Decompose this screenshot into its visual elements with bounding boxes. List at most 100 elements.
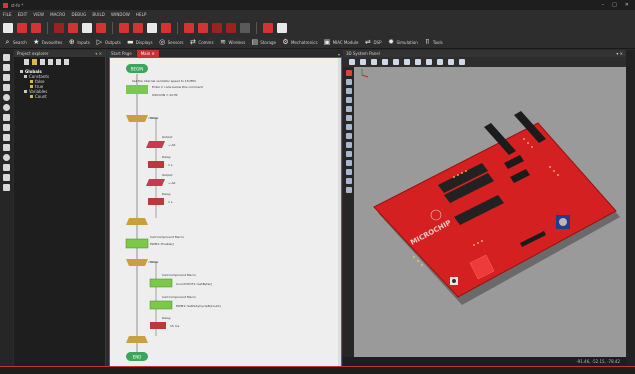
tab-main[interactable]: Main ✕ [136, 50, 159, 57]
output1-block[interactable] [146, 141, 165, 148]
cone-icon[interactable] [345, 124, 352, 130]
redo-icon[interactable] [133, 22, 143, 33]
menu-build[interactable]: BUILD [92, 12, 105, 17]
pyramid-icon[interactable] [345, 133, 352, 139]
globals-view-icon[interactable] [32, 59, 37, 65]
select-icon[interactable] [360, 59, 366, 65]
tree-item-count[interactable]: Count [20, 94, 105, 99]
open-folder-icon[interactable] [17, 22, 27, 33]
potentiometer-knob[interactable] [559, 218, 567, 226]
components-view-icon[interactable] [48, 59, 53, 65]
pcb-board[interactable] [373, 122, 617, 298]
maximize-button[interactable]: □ [612, 2, 617, 8]
search-category[interactable]: ⌕ Search [4, 39, 27, 46]
sensors-category[interactable]: ◎ Sensors [159, 39, 183, 46]
flowchart-canvas[interactable]: BEGIN Set the internal oscillator speed … [109, 57, 342, 368]
delay-icon[interactable] [3, 74, 10, 81]
menu-edit[interactable]: EDIT [18, 12, 28, 17]
callcomp3-block[interactable] [149, 300, 173, 310]
box-icon[interactable] [345, 88, 352, 94]
menu-view[interactable]: VIEW [33, 12, 44, 17]
comms-category[interactable]: ⇄ Comms [189, 39, 214, 46]
chip-icon[interactable] [263, 22, 273, 33]
outputs-category[interactable]: ▷ Outputs [96, 39, 121, 46]
delete-icon[interactable] [96, 22, 106, 33]
new-file-icon[interactable] [3, 22, 13, 33]
favourites-category[interactable]: ★ Favourites [33, 39, 62, 46]
loop1-top[interactable] [126, 115, 148, 122]
globe-icon[interactable] [382, 59, 388, 65]
calculation-icon[interactable] [3, 134, 10, 141]
play-icon[interactable] [184, 22, 194, 33]
c-code-block[interactable] [126, 85, 148, 94]
tube-icon[interactable] [345, 151, 352, 157]
callcomp2-block[interactable] [149, 278, 173, 288]
canvas-scrollbar[interactable] [338, 58, 341, 367]
minimize-button[interactable]: – [602, 2, 605, 8]
menu-help[interactable]: HELP [136, 12, 147, 17]
torus-icon[interactable] [345, 169, 352, 175]
delay3-block[interactable] [150, 322, 166, 329]
loop2-bottom[interactable] [126, 336, 148, 343]
paste-icon[interactable] [82, 22, 92, 33]
output-macro-icon[interactable] [3, 64, 10, 71]
wireless-category[interactable]: ≋ Wireless [220, 39, 245, 46]
interrupt-icon[interactable] [3, 154, 10, 161]
component-icon[interactable] [345, 70, 352, 76]
3d-viewport[interactable]: MICROCHIP [354, 67, 626, 357]
tab-start-page[interactable]: Start Page [107, 50, 136, 57]
comment-icon[interactable] [3, 174, 10, 181]
grid-icon[interactable] [415, 59, 421, 65]
input-macro-icon[interactable] [3, 54, 10, 61]
list-view-icon[interactable] [56, 59, 61, 65]
settings-view-icon[interactable] [64, 59, 69, 65]
close-button[interactable]: ✕ [625, 2, 629, 8]
loop-icon[interactable] [3, 104, 10, 111]
delay2-block[interactable] [148, 198, 164, 205]
wand-icon[interactable] [448, 59, 454, 65]
macro-call-icon[interactable] [3, 114, 10, 121]
light-icon[interactable] [459, 59, 465, 65]
move-icon[interactable] [371, 59, 377, 65]
pointer-icon[interactable] [349, 59, 355, 65]
loop2-top[interactable] [126, 259, 148, 266]
prism-icon[interactable] [345, 160, 352, 166]
output2-block[interactable] [146, 179, 165, 186]
panel-icon[interactable] [345, 178, 352, 184]
zoom-icon[interactable] [393, 59, 399, 65]
cube-icon[interactable] [345, 79, 352, 85]
switch-icon[interactable] [3, 184, 10, 191]
plane-icon[interactable] [345, 115, 352, 121]
inputs-category[interactable]: ⊕ Inputs [68, 39, 90, 46]
callcomp1-block[interactable] [125, 238, 149, 249]
help-icon[interactable] [161, 22, 171, 33]
copy-icon[interactable] [68, 22, 78, 33]
explorer-controls[interactable]: ▾ ✕ [95, 51, 102, 56]
storage-category[interactable]: ▤ Storage [251, 39, 275, 46]
pen-icon[interactable] [437, 59, 443, 65]
macros-view-icon[interactable] [40, 59, 45, 65]
component-macro-icon[interactable] [3, 124, 10, 131]
pause-icon[interactable] [212, 22, 222, 33]
c-code-icon[interactable] [3, 164, 10, 171]
miac-category[interactable]: ▣ MIAC Module [324, 39, 359, 46]
diamond-icon[interactable] [345, 142, 352, 148]
string-manip-icon[interactable] [3, 144, 10, 151]
step-icon[interactable] [198, 22, 208, 33]
compile-chip-icon[interactable] [147, 22, 157, 33]
delay1-block[interactable] [148, 161, 164, 168]
save-icon[interactable] [31, 22, 41, 33]
cut-icon[interactable] [54, 22, 64, 33]
wedge-icon[interactable] [345, 187, 352, 193]
layers-icon[interactable] [426, 59, 432, 65]
dsp-category[interactable]: ⇌ DSP [364, 39, 381, 46]
tools-category[interactable]: ⫪ Tools [424, 39, 442, 46]
mechatronics-category[interactable]: ⚙ Mechatronics [282, 39, 317, 46]
menu-macro[interactable]: MACRO [50, 12, 65, 17]
ports-view-icon[interactable] [24, 59, 29, 65]
menu-window[interactable]: WINDOW [111, 12, 130, 17]
camera-icon[interactable] [404, 59, 410, 65]
download-icon[interactable] [277, 22, 287, 33]
menu-file[interactable]: FILE [3, 12, 12, 17]
cylinder-icon[interactable] [345, 97, 352, 103]
